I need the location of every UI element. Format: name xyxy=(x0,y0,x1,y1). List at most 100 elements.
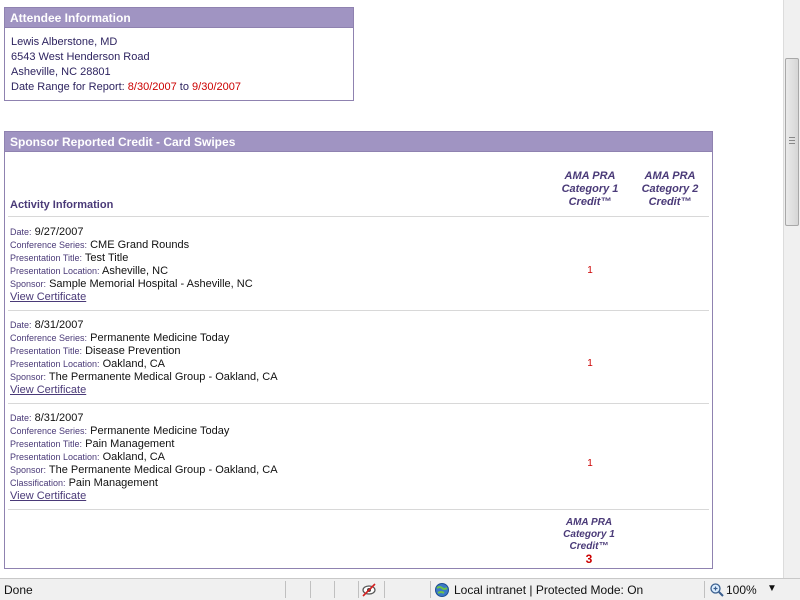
zoom-magnifier-icon[interactable] xyxy=(709,582,725,598)
sponsor-value: The Permanente Medical Group - Oakland, … xyxy=(48,464,278,476)
location-label: Presentation Location: xyxy=(10,452,100,462)
location-value: Oakland, CA xyxy=(102,358,165,370)
activity-sponsor: Sponsor: Sample Memorial Hospital - Ashe… xyxy=(10,278,709,291)
status-divider xyxy=(430,581,431,598)
date-range-start: 8/30/2007 xyxy=(127,81,177,93)
activity-title: Presentation Title: Pain Management xyxy=(10,438,709,451)
sponsor-label: Sponsor: xyxy=(10,372,47,382)
location-label: Presentation Location: xyxy=(10,359,100,369)
category1-credit-value: 1 xyxy=(587,265,593,276)
activity-series: Conference Series: Permanente Medicine T… xyxy=(10,425,709,438)
sponsor-value: The Permanente Medical Group - Oakland, … xyxy=(48,371,278,383)
date-value: 8/31/2007 xyxy=(34,412,84,424)
view-certificate-link[interactable]: View Certificate xyxy=(10,490,86,502)
title-label: Presentation Title: xyxy=(10,253,83,263)
title-value: Test Title xyxy=(84,252,129,264)
credit-table-header: Activity Information AMA PRA Category 1 … xyxy=(8,152,709,217)
activity-title: Presentation Title: Test Title xyxy=(10,252,709,265)
attendee-name: Lewis Alberstone, MD xyxy=(11,36,118,48)
date-label: Date: xyxy=(10,227,32,237)
thumb-grip xyxy=(789,140,795,141)
category2-header-line: AMA PRA xyxy=(644,170,696,182)
category1-credit-header: AMA PRA Category 1 Credit™ xyxy=(546,170,634,209)
sponsor-label: Sponsor: xyxy=(10,279,47,289)
series-value: Permanente Medicine Today xyxy=(90,332,230,344)
activity-series: Conference Series: Permanente Medicine T… xyxy=(10,332,709,345)
activity-details: Date: 8/31/2007 Conference Series: Perma… xyxy=(8,404,709,503)
status-bar: Done Local intranet | Protected Mode: On… xyxy=(0,578,800,600)
attendee-info-title: Attendee Information xyxy=(5,8,353,28)
privacy-eye-icon[interactable] xyxy=(361,582,377,598)
activity-sponsor: Sponsor: The Permanente Medical Group - … xyxy=(10,371,709,384)
activity-info-header: Activity Information xyxy=(10,199,114,211)
status-divider xyxy=(334,581,335,598)
location-value: Asheville, NC xyxy=(102,265,169,277)
status-divider xyxy=(358,581,359,598)
thumb-grip xyxy=(789,137,795,138)
thumb-grip xyxy=(789,143,795,144)
category2-header-line: Credit™ xyxy=(648,196,692,208)
activity-date: Date: 9/27/2007 xyxy=(10,226,709,239)
location-label: Presentation Location: xyxy=(10,266,100,276)
date-range-label: Date Range for Report: xyxy=(11,81,128,93)
attendee-city: Asheville, NC 28801 xyxy=(11,66,111,78)
scrollbar-thumb[interactable] xyxy=(785,58,799,226)
classification-label: Classification: xyxy=(10,478,66,488)
status-divider xyxy=(310,581,311,598)
series-label: Conference Series: xyxy=(10,240,88,250)
security-zone-text: Local intranet | Protected Mode: On xyxy=(454,583,644,597)
status-text: Done xyxy=(4,583,33,597)
sponsor-label: Sponsor: xyxy=(10,465,47,475)
activity-classification: Classification: Pain Management xyxy=(10,477,709,490)
activity-series: Conference Series: CME Grand Rounds xyxy=(10,239,709,252)
total-credit-value: 3 xyxy=(585,552,593,566)
category1-header-line: Category 1 xyxy=(561,183,619,195)
date-range-end: 9/30/2007 xyxy=(192,81,241,93)
activity-date: Date: 8/31/2007 xyxy=(10,412,709,425)
category2-header-line: Category 2 xyxy=(641,183,699,195)
activity-details: Date: 9/27/2007 Conference Series: CME G… xyxy=(8,218,709,304)
sponsor-value: Sample Memorial Hospital - Asheville, NC xyxy=(49,278,253,290)
total-header-line: Category 1 xyxy=(563,529,615,540)
status-divider xyxy=(704,581,705,598)
sponsor-credit-box: Sponsor Reported Credit - Card Swipes Ac… xyxy=(4,131,713,569)
activity-row: Date: 9/27/2007 Conference Series: CME G… xyxy=(8,218,709,311)
attendee-date-range: Date Range for Report: 8/30/2007 to 9/30… xyxy=(11,80,353,95)
category1-credit-value: 1 xyxy=(587,458,593,469)
classification-value: Pain Management xyxy=(68,477,158,489)
total-credit-header: AMA PRA Category 1 Credit™ xyxy=(545,517,633,553)
total-header-line: AMA PRA xyxy=(565,517,613,528)
attendee-street: 6543 West Henderson Road xyxy=(11,51,150,63)
zoom-dropdown-icon[interactable]: ▼ xyxy=(767,583,777,594)
activity-details: Date: 8/31/2007 Conference Series: Perma… xyxy=(8,311,709,397)
date-value: 8/31/2007 xyxy=(34,319,84,331)
view-certificate-link[interactable]: View Certificate xyxy=(10,291,86,303)
date-label: Date: xyxy=(10,413,32,423)
activity-date: Date: 8/31/2007 xyxy=(10,319,709,332)
title-value: Disease Prevention xyxy=(85,345,181,357)
zoom-level[interactable]: 100% xyxy=(726,583,757,597)
location-value: Oakland, CA xyxy=(102,451,165,463)
activity-title: Presentation Title: Disease Prevention xyxy=(10,345,709,358)
date-range-to: to xyxy=(176,81,193,93)
title-label: Presentation Title: xyxy=(10,346,83,356)
activity-row: Date: 8/31/2007 Conference Series: Perma… xyxy=(8,311,709,404)
title-label: Presentation Title: xyxy=(10,439,83,449)
date-value: 9/27/2007 xyxy=(34,226,84,238)
series-value: CME Grand Rounds xyxy=(90,239,190,251)
globe-icon xyxy=(434,582,450,598)
status-divider xyxy=(285,581,286,598)
category2-credit-header: AMA PRA Category 2 Credit™ xyxy=(632,170,708,209)
status-divider xyxy=(384,581,385,598)
attendee-info-box: Attendee Information Lewis Alberstone, M… xyxy=(4,7,354,101)
series-label: Conference Series: xyxy=(10,426,88,436)
sponsor-credit-title: Sponsor Reported Credit - Card Swipes xyxy=(5,132,712,152)
series-label: Conference Series: xyxy=(10,333,88,343)
view-certificate-link[interactable]: View Certificate xyxy=(10,384,86,396)
category1-header-line: AMA PRA xyxy=(564,170,616,182)
attendee-info-body: Lewis Alberstone, MD 6543 West Henderson… xyxy=(5,28,353,95)
category1-credit-value: 1 xyxy=(587,358,593,369)
title-value: Pain Management xyxy=(85,438,175,450)
category1-header-line: Credit™ xyxy=(568,196,612,208)
vertical-scrollbar[interactable] xyxy=(783,0,800,578)
